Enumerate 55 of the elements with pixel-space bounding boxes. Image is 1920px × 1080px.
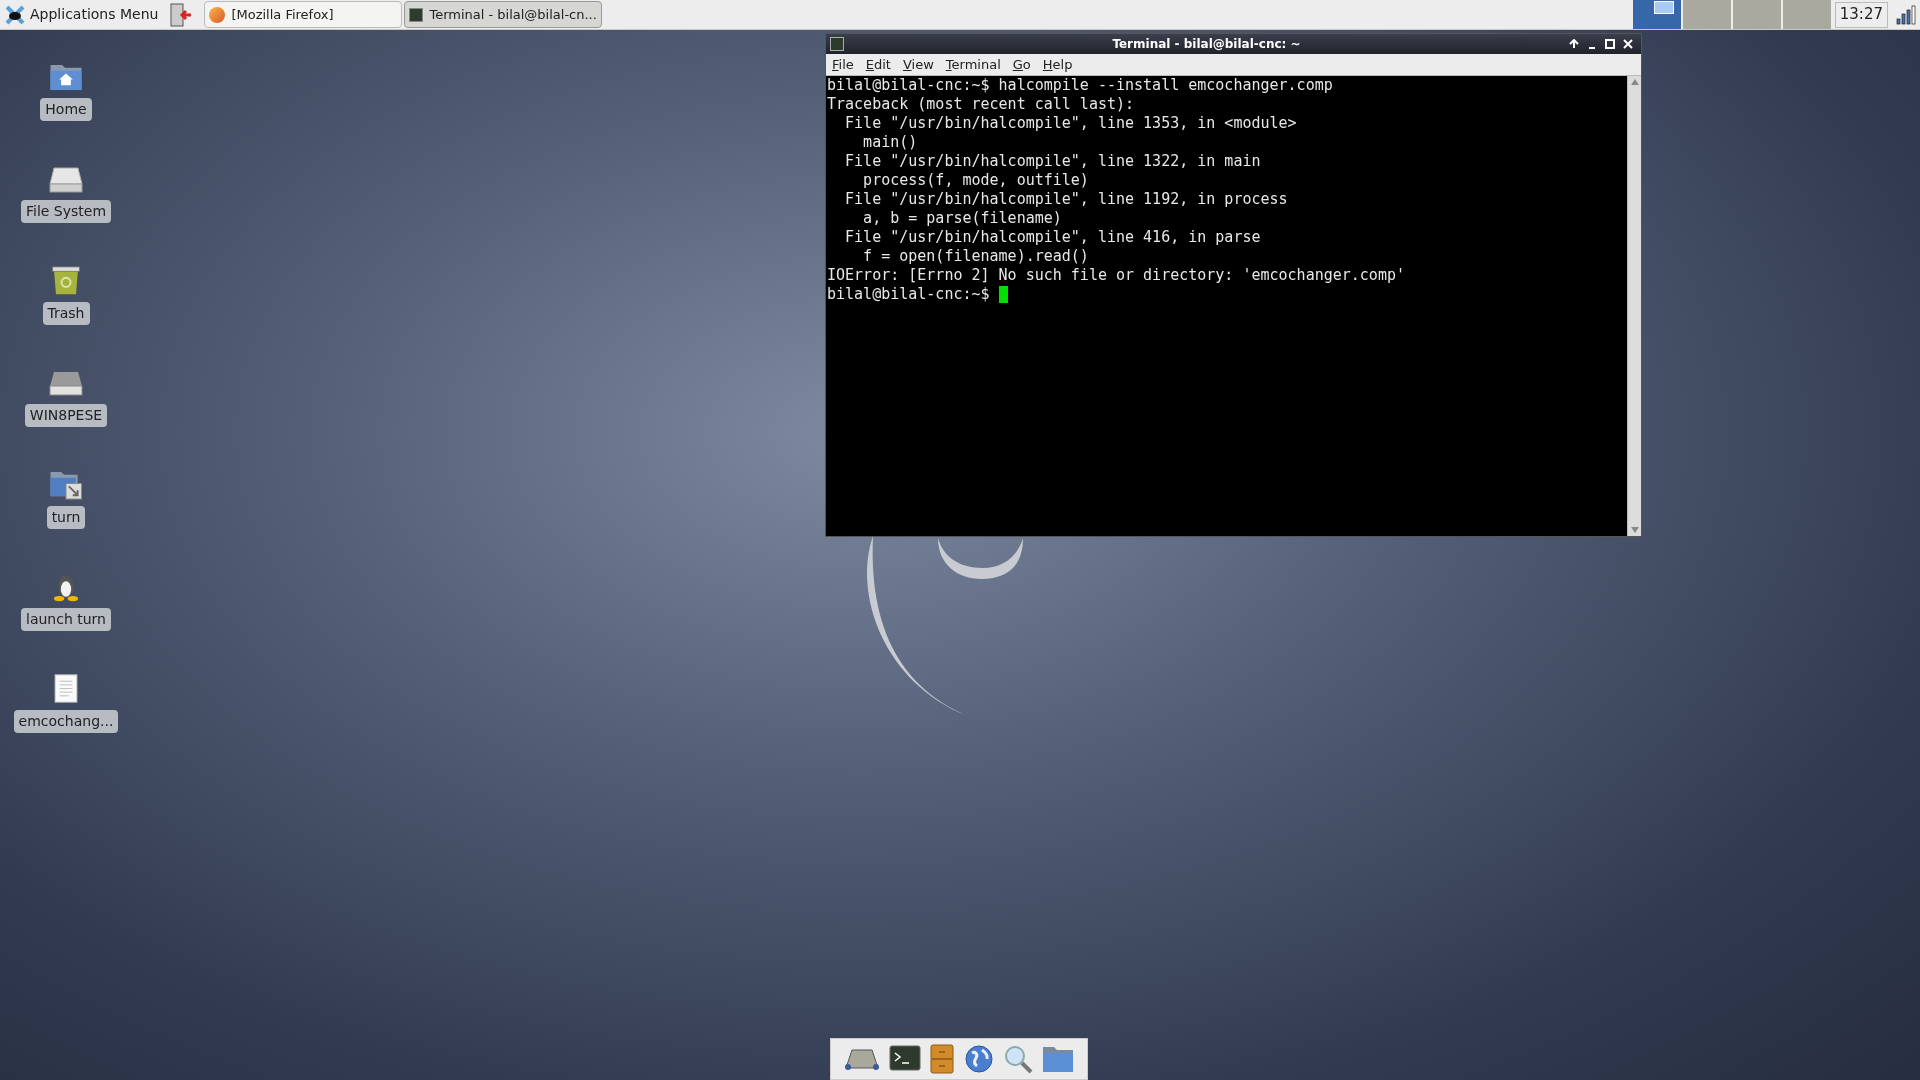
taskbar-button[interactable]: Terminal - bilal@bilal-cn... — [404, 1, 603, 28]
desktop-icon-label[interactable]: Trash — [42, 302, 90, 325]
text-file-icon — [52, 673, 80, 704]
trash-icon — [49, 265, 83, 296]
drive-icon — [48, 370, 84, 398]
terminal-icon — [409, 7, 424, 22]
terminal-line: main() — [862, 133, 918, 152]
arrow-up-icon[interactable] — [1569, 39, 1579, 49]
desktop-icon-label[interactable]: WIN8PESE — [24, 404, 108, 427]
terminal-line: File "/usr/bin/halcompile", line 1192, in process — [844, 190, 1288, 209]
terminal-line: IOError: [Errno 2] No such file or directory: 'emcochanger.comp' — [827, 266, 1405, 285]
scrollbar[interactable] — [1627, 76, 1641, 536]
desktop-icon-label[interactable]: turn — [46, 506, 86, 529]
scroll-down-icon[interactable] — [1630, 527, 1639, 533]
terminal-line: File "/usr/bin/halcompile", line 416, in parse — [844, 228, 1261, 247]
terminal-prompt: bilal@bilal-cnc:~$ — [827, 285, 991, 304]
folder-icon[interactable] — [1042, 1045, 1075, 1073]
menu-item[interactable]: Edit — [865, 54, 891, 75]
drive-icon — [48, 166, 84, 194]
menu-item[interactable]: View — [902, 54, 934, 75]
clock[interactable]: 13:27 — [1834, 1, 1888, 28]
menu-item[interactable]: Go — [1012, 54, 1031, 75]
terminal-icon — [830, 37, 844, 51]
menu-item[interactable]: File — [832, 54, 854, 75]
desktop-icon-label[interactable]: Home — [40, 98, 92, 121]
terminal-line: bilal@bilal-cnc:~$ halcompile --install emcochanger.comp — [827, 76, 1333, 95]
terminal-line: File "/usr/bin/halcompile", line 1353, in <module> — [844, 114, 1297, 133]
terminal-line: Traceback (most recent call last): — [827, 95, 1135, 114]
firefox-icon — [209, 6, 226, 23]
globe-icon[interactable] — [963, 1044, 994, 1074]
search-icon[interactable] — [1002, 1044, 1033, 1074]
terminal-line: process(f, mode, outfile) — [862, 171, 1089, 190]
text-cursor — [998, 286, 1008, 303]
logout-icon[interactable] — [170, 2, 193, 27]
window-title: Terminal - bilal@bilal-cnc: ~ — [1111, 36, 1302, 53]
file-cabinet-icon[interactable] — [930, 1044, 955, 1074]
desktop-icon-label[interactable]: launch turn — [21, 608, 111, 631]
maximize-icon[interactable] — [1605, 39, 1615, 49]
taskbar-button[interactable]: [Mozilla Firefox] — [204, 1, 403, 28]
terminal-line: File "/usr/bin/halcompile", line 1322, in main — [844, 152, 1261, 171]
terminal-icon[interactable] — [889, 1045, 921, 1073]
menu-item[interactable]: Terminal — [945, 54, 1001, 75]
applications-menu-button[interactable]: Applications Menu — [0, 0, 163, 29]
folder-shortcut-icon — [48, 469, 84, 500]
workspace-button[interactable] — [1632, 0, 1681, 29]
window-thumbnail — [1653, 1, 1674, 14]
desktop-icon-label[interactable]: File System — [20, 200, 112, 223]
desktop-icon-label[interactable]: emcochang... — [13, 710, 119, 733]
close-icon[interactable] — [1623, 39, 1633, 49]
show-desktop-icon[interactable] — [843, 1047, 880, 1071]
signal-icon[interactable] — [1894, 3, 1916, 26]
menu-item[interactable]: Help — [1042, 54, 1073, 75]
terminal-line: a, b = parse(filename) — [862, 209, 1062, 228]
scroll-up-icon[interactable] — [1630, 79, 1639, 85]
terminal-line: f = open(filename).read() — [862, 247, 1089, 266]
